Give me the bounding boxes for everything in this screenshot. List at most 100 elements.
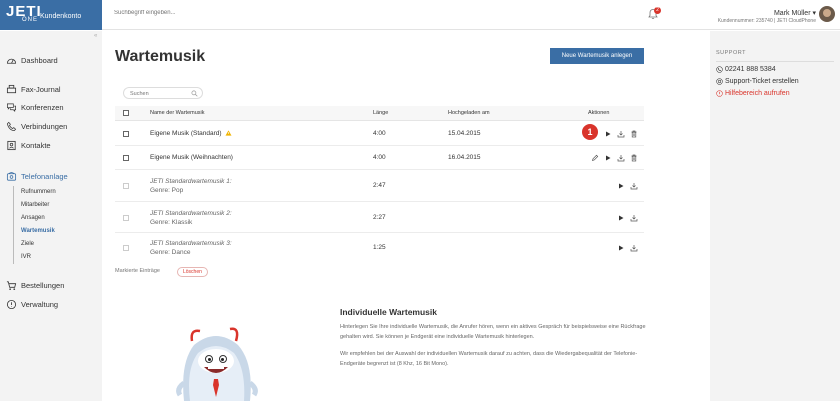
- row-checkbox: [123, 215, 129, 221]
- column-header-name: Name der Wartemusik: [150, 110, 205, 116]
- user-menu[interactable]: Mark Müller ▾: [774, 9, 816, 17]
- ticket-icon: [716, 78, 723, 85]
- table-search: [123, 87, 203, 99]
- step-marker: 1: [582, 124, 598, 140]
- notification-badge: 2: [654, 7, 661, 14]
- logo-section: Kundenkonto: [40, 13, 82, 20]
- bulk-label: Markierte Einträge: [115, 268, 160, 274]
- subnav-item-mitarbeiter[interactable]: Mitarbeiter: [21, 199, 56, 212]
- support-sidebar: SUPPORT 02241 888 5384 Support-Ticket er…: [710, 31, 840, 401]
- sidebar-item-verbindungen[interactable]: Verbindungen: [6, 119, 67, 133]
- help-area-link[interactable]: Hilfebereich aufrufen: [716, 90, 790, 97]
- row-length: 4:00: [373, 130, 386, 137]
- table-header: Name der Wartemusik Länge Hochgeladen am…: [115, 106, 644, 121]
- phone-icon: [6, 121, 17, 131]
- edit-icon[interactable]: [591, 154, 599, 162]
- info-text: Hinterlegen Sie Ihre individuelle Wartem…: [340, 324, 646, 340]
- sidebar: « Dashboard Fax-Journal Konferenzen Verb…: [0, 31, 102, 401]
- sidebar-item-label: Telefonanlage: [21, 171, 68, 181]
- search-icon[interactable]: [191, 90, 198, 97]
- page-title: Wartemusik: [115, 48, 206, 65]
- delete-selected-button[interactable]: Löschen: [177, 267, 208, 277]
- row-length: 4:00: [373, 154, 386, 161]
- subnav-item-ziele[interactable]: Ziele: [21, 238, 56, 251]
- play-icon[interactable]: [617, 244, 625, 252]
- row-uploaded: 16.04.2015: [448, 154, 481, 161]
- add-wartemusik-button[interactable]: Neue Wartemusik anlegen: [550, 48, 644, 64]
- sidebar-item-verwaltung[interactable]: Verwaltung: [6, 297, 58, 311]
- row-uploaded: 15.04.2015: [448, 130, 481, 137]
- support-heading: SUPPORT: [716, 50, 746, 56]
- collapse-sidebar-icon[interactable]: «: [94, 33, 97, 39]
- row-name: JETI Standardwartemusik 3: Genre: Dance: [150, 240, 232, 256]
- info-title: Individuelle Wartemusik: [340, 307, 437, 317]
- delete-icon[interactable]: [630, 130, 638, 138]
- sidebar-item-label: Kontakte: [21, 140, 51, 150]
- delete-icon[interactable]: [630, 154, 638, 162]
- telefonanlage-submenu: Rufnummern Mitarbeiter Ansagen Wartemusi…: [13, 186, 56, 264]
- info-text-recommendation: Wir empfehlen bei der Auswahl der indivi…: [340, 351, 638, 367]
- subnav-item-wartemusik[interactable]: Wartemusik: [21, 225, 56, 238]
- row-checkbox[interactable]: [123, 131, 129, 137]
- download-icon[interactable]: [630, 244, 638, 252]
- row-length: 2:47: [373, 182, 386, 189]
- select-all-checkbox[interactable]: [123, 110, 129, 116]
- download-icon[interactable]: [617, 154, 625, 162]
- download-icon[interactable]: [617, 130, 625, 138]
- play-icon[interactable]: [604, 154, 612, 162]
- top-bar: JETI ONE Kundenkonto 2 Mark Müller ▾ Kun…: [0, 0, 840, 30]
- row-name: Eigene Musik (Weihnachten): [150, 154, 233, 161]
- row-checkbox: [123, 183, 129, 189]
- contacts-icon: [7, 140, 16, 150]
- row-length: 2:27: [373, 214, 386, 221]
- settings-icon: [6, 299, 17, 309]
- cart-icon: [6, 280, 17, 290]
- sidebar-item-label: Konferenzen: [21, 102, 64, 112]
- sidebar-item-label: Fax-Journal: [21, 84, 61, 94]
- row-length: 1:25: [373, 244, 386, 251]
- pbx-icon: [6, 171, 17, 181]
- fax-icon: [6, 84, 17, 93]
- sidebar-item-bestellungen[interactable]: Bestellungen: [6, 278, 64, 292]
- subnav-item-ansagen[interactable]: Ansagen: [21, 212, 56, 225]
- download-icon[interactable]: [630, 214, 638, 222]
- column-header-length: Länge: [373, 110, 389, 116]
- sidebar-item-label: Bestellungen: [21, 280, 65, 290]
- row-checkbox[interactable]: [123, 155, 129, 161]
- support-phone[interactable]: 02241 888 5384: [716, 66, 776, 73]
- yeti-mascot-illustration: [176, 327, 258, 401]
- table-search-input[interactable]: [130, 89, 190, 98]
- global-search-input[interactable]: [114, 10, 314, 16]
- play-icon[interactable]: [617, 214, 625, 222]
- help-icon: [716, 90, 723, 97]
- brand-logo[interactable]: JETI ONE Kundenkonto: [0, 0, 102, 30]
- download-icon[interactable]: [630, 182, 638, 190]
- subnav-item-rufnummern[interactable]: Rufnummern: [21, 186, 56, 199]
- sidebar-item-kontakte[interactable]: Kontakte: [6, 138, 51, 152]
- avatar[interactable]: [819, 6, 835, 22]
- sidebar-item-konferenzen[interactable]: Konferenzen: [6, 100, 64, 114]
- sidebar-item-dashboard[interactable]: Dashboard: [6, 53, 58, 67]
- column-header-uploaded: Hochgeladen am: [448, 110, 490, 116]
- row-name: JETI Standardwartemusik 2: Genre: Klassi…: [150, 210, 232, 226]
- table-row: JETI Standardwartemusik 2: Genre: Klassi…: [115, 203, 644, 233]
- row-name: JETI Standardwartemusik 1: Genre: Pop: [150, 178, 232, 194]
- warning-icon: [225, 130, 232, 136]
- phone-icon: [716, 66, 723, 73]
- support-divider: [716, 61, 834, 62]
- table-row: JETI Standardwartemusik 1: Genre: Pop 2:…: [115, 171, 644, 202]
- conference-icon: [7, 102, 16, 112]
- sidebar-item-fax-journal[interactable]: Fax-Journal: [6, 82, 61, 96]
- row-checkbox: [123, 245, 129, 251]
- sidebar-item-telefonanlage[interactable]: Telefonanlage: [6, 169, 68, 183]
- table-row: Eigene Musik (Standard) 4:00 15.04.2015: [115, 122, 644, 146]
- table-row: Eigene Musik (Weihnachten) 4:00 16.04.20…: [115, 147, 644, 170]
- play-icon[interactable]: [604, 130, 612, 138]
- table-row: JETI Standardwartemusik 3: Genre: Dance …: [115, 234, 644, 261]
- subnav-item-ivr[interactable]: IVR: [21, 251, 56, 264]
- support-ticket-link[interactable]: Support-Ticket erstellen: [716, 78, 799, 85]
- sidebar-item-label: Dashboard: [21, 55, 58, 65]
- play-icon[interactable]: [617, 182, 625, 190]
- sidebar-item-label: Verbindungen: [21, 121, 68, 131]
- logo-sub: ONE: [22, 17, 39, 23]
